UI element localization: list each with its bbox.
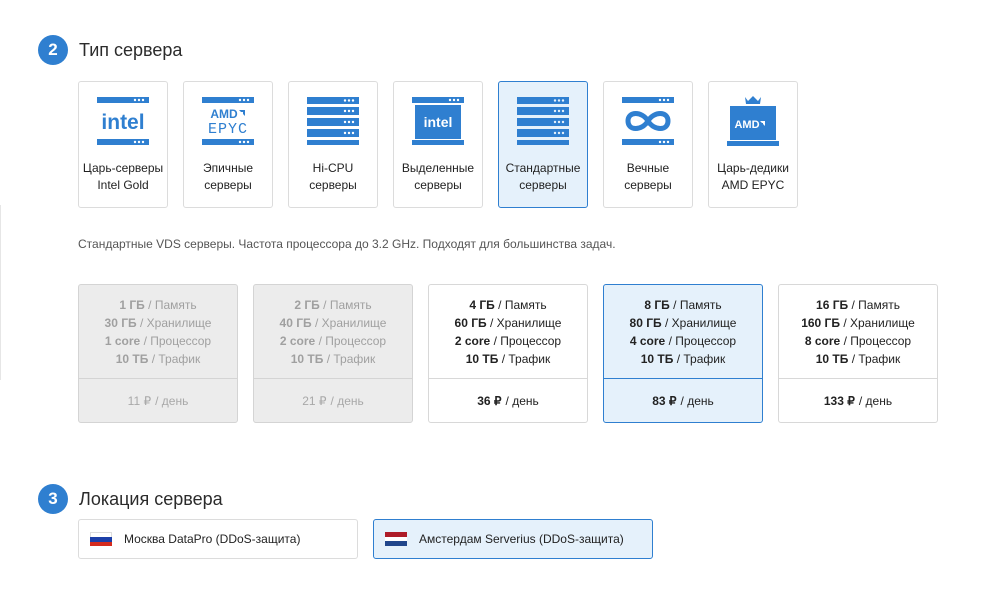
server-rack-icon: [517, 97, 569, 145]
server-rack-icon: [307, 97, 359, 145]
server-type-label: Царь-серверы Intel Gold: [82, 161, 164, 192]
server-type-label: Царь-дедики AMD EPYC: [717, 161, 789, 192]
server-type-amd-dedicated[interactable]: AMD Царь-дедики AMD EPYC: [708, 81, 798, 208]
location-header: 3 Локация сервера: [38, 484, 223, 514]
plan-price: 21 ₽ / день: [302, 394, 364, 408]
intel-gold-icon: intel: [97, 97, 149, 145]
plan-card[interactable]: 4 ГБ / Память 60 ГБ / Хранилище 2 core /…: [428, 284, 588, 423]
server-type-dedicated[interactable]: intel Выделенные серверы: [393, 81, 483, 208]
location-list: Москва DataPro (DDoS-защита) Амстердам S…: [78, 519, 653, 559]
server-type-list: intel Царь-серверы Intel Gold AMD EPYC Эп…: [78, 81, 798, 208]
plan-card: 1 ГБ / Память 30 ГБ / Хранилище 1 core /…: [78, 284, 238, 423]
amd-epyc-icon: AMD EPYC: [202, 97, 254, 145]
server-type-intel-gold[interactable]: intel Царь-серверы Intel Gold: [78, 81, 168, 208]
step-number: 3: [38, 484, 68, 514]
plan-price: 36 ₽ / день: [477, 394, 539, 408]
location-moscow[interactable]: Москва DataPro (DDoS-защита): [78, 519, 358, 559]
plan-specs: 4 ГБ / Память 60 ГБ / Хранилище 2 core /…: [429, 285, 587, 379]
step-number: 2: [38, 35, 68, 65]
plan-specs: 2 ГБ / Память 40 ГБ / Хранилище 2 core /…: [254, 285, 412, 379]
location-label: Амстердам Serverius (DDoS-защита): [419, 532, 624, 546]
plan-price: 83 ₽ / день: [652, 394, 714, 408]
netherlands-flag-icon: [385, 532, 407, 547]
server-type-label: Hi-CPU серверы: [309, 161, 357, 192]
server-type-description: Стандартные VDS серверы. Частота процесс…: [78, 237, 616, 251]
infinity-icon: [622, 97, 674, 145]
plan-price: 133 ₽ / день: [823, 394, 893, 408]
location-amsterdam[interactable]: Амстердам Serverius (DDoS-защита): [373, 519, 653, 559]
plan-card[interactable]: 8 ГБ / Память 80 ГБ / Хранилище 4 core /…: [603, 284, 763, 423]
section-title: Тип сервера: [79, 39, 183, 60]
intel-dedicated-icon: intel: [412, 97, 464, 145]
location-label: Москва DataPro (DDoS-защита): [124, 532, 301, 546]
server-type-header: 2 Тип сервера: [38, 35, 182, 65]
amd-crown-icon: AMD: [727, 96, 779, 146]
intel-logo-text: intel: [101, 111, 144, 134]
plan-specs: 1 ГБ / Память 30 ГБ / Хранилище 1 core /…: [79, 285, 237, 379]
server-type-epyc[interactable]: AMD EPYC Эпичные серверы: [183, 81, 273, 208]
server-type-eternal[interactable]: Вечные серверы: [603, 81, 693, 208]
crown-icon: [745, 96, 761, 104]
plan-card: 2 ГБ / Память 40 ГБ / Хранилище 2 core /…: [253, 284, 413, 423]
plan-list: 1 ГБ / Память 30 ГБ / Хранилище 1 core /…: [78, 284, 938, 423]
server-type-standard[interactable]: Стандартные серверы: [498, 81, 588, 208]
russia-flag-icon: [90, 532, 112, 546]
epyc-logo-text: EPYC: [208, 121, 248, 138]
plan-card[interactable]: 16 ГБ / Память 160 ГБ / Хранилище 8 core…: [778, 284, 938, 423]
left-divider: [0, 205, 1, 380]
server-type-label: Стандартные серверы: [505, 161, 581, 192]
server-type-label: Эпичные серверы: [202, 161, 253, 192]
plan-price: 11 ₽ / день: [127, 394, 189, 408]
amd-logo-text: AMD: [210, 107, 238, 121]
server-type-hi-cpu[interactable]: Hi-CPU серверы: [288, 81, 378, 208]
plan-specs: 16 ГБ / Память 160 ГБ / Хранилище 8 core…: [779, 285, 937, 379]
server-type-label: Выделенные серверы: [401, 161, 475, 192]
plan-specs: 8 ГБ / Память 80 ГБ / Хранилище 4 core /…: [604, 285, 762, 379]
intel-logo-text: intel: [424, 114, 453, 130]
amd-logo-text: AMD: [734, 119, 759, 131]
section-title: Локация сервера: [79, 488, 223, 509]
server-type-label: Вечные серверы: [624, 161, 672, 192]
